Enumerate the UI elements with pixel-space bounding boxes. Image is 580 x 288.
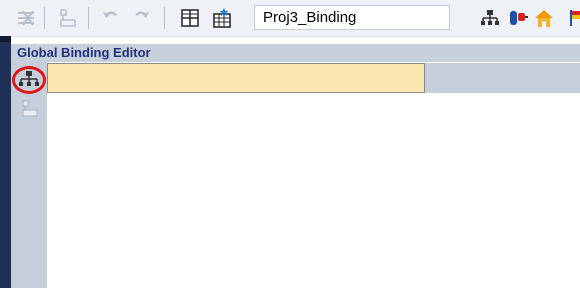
flag-icon[interactable] [560,6,580,30]
toolbar-separator [44,7,45,29]
table-icon[interactable] [178,6,202,30]
row-right-area [425,63,580,93]
editor-row-gutter [11,62,47,288]
toolbar: Proj3_Binding [0,0,580,37]
editor-title: Global Binding Editor [17,45,151,60]
toolbar-separator [88,7,89,29]
undo-icon[interactable] [98,6,122,30]
project-name-field[interactable]: Proj3_Binding [254,5,450,30]
binding-row-input[interactable] [47,63,425,93]
insert-disabled-icon[interactable] [20,100,42,118]
grid-new-icon[interactable] [210,6,234,30]
home-icon[interactable] [532,6,556,30]
toolbar-separator [164,7,165,29]
tag-icon[interactable] [506,6,530,30]
highlight-circle [12,66,46,94]
delete-disabled-icon[interactable] [14,6,38,30]
left-dock-bar [0,36,11,288]
insert-disabled-icon[interactable] [56,6,80,30]
editor-header: Global Binding Editor [11,44,580,62]
network-icon[interactable] [478,6,502,30]
redo-icon[interactable] [130,6,154,30]
